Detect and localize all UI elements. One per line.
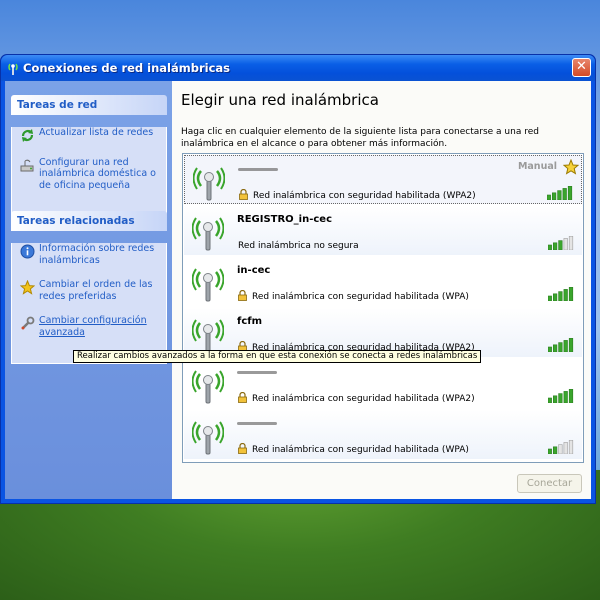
network-list-item[interactable]: Red inalámbrica con seguridad habilitada… <box>184 410 582 459</box>
setup-home-network-label: Configurar una red inalámbrica doméstica… <box>39 156 156 191</box>
signal-strength-icon <box>548 389 574 403</box>
network-status: Red inalámbrica con seguridad habilitada… <box>252 394 475 404</box>
wireless-network-icon <box>8 63 18 75</box>
star-icon <box>20 280 35 295</box>
window-title: Conexiones de red inalámbricas <box>23 61 231 75</box>
network-status: Red inalámbrica con seguridad habilitada… <box>252 292 469 302</box>
refresh-network-list-label: Actualizar lista de redes <box>39 127 154 138</box>
network-ssid: REGISTRO_in-cec <box>237 214 333 225</box>
wireless-antenna-icon <box>193 167 225 201</box>
connect-button[interactable]: Conectar <box>517 474 582 493</box>
lock-icon <box>239 189 248 200</box>
network-tasks-panel: Tareas de red Actualizar lista de redes <box>11 95 167 220</box>
redacted-ssid <box>238 168 278 171</box>
network-list[interactable]: Red inalámbrica con seguridad habilitada… <box>182 153 584 463</box>
wireless-info-label: Información sobre redes inalámbricas <box>39 243 155 266</box>
tooltip: Realizar cambios avanzados a la forma en… <box>73 350 482 363</box>
signal-strength-icon <box>548 440 574 454</box>
change-advanced-settings-label: Cambiar configuración avanzada <box>39 315 147 338</box>
task-sidebar: Tareas de red Actualizar lista de redes <box>5 81 172 499</box>
change-preferred-order-label: Cambiar el orden de las redes preferidas <box>39 279 153 302</box>
network-status: Red inalámbrica con seguridad habilitada… <box>252 445 469 455</box>
related-tasks-panel: Tareas relacionadas Información sobre re… <box>11 211 167 364</box>
change-advanced-settings-link[interactable]: Cambiar configuración avanzada <box>12 315 166 338</box>
network-list-item[interactable]: Red inalámbrica con seguridad habilitada… <box>184 359 582 408</box>
lock-icon <box>238 443 247 454</box>
wireless-antenna-icon <box>192 370 224 404</box>
title-bar[interactable]: Conexiones de red inalámbricas ✕ <box>1 55 595 81</box>
close-button[interactable]: ✕ <box>572 58 591 77</box>
redacted-ssid <box>237 371 277 374</box>
setup-home-network-link[interactable]: Configurar una red inalámbrica doméstica… <box>12 157 166 192</box>
network-list-item[interactable]: in-cec Red inalámbrica con seguridad habi… <box>184 257 582 306</box>
wireless-connections-window: Conexiones de red inalámbricas ✕ Tareas … <box>0 54 596 504</box>
wireless-info-link[interactable]: Información sobre redes inalámbricas <box>12 243 166 266</box>
info-icon <box>20 244 35 259</box>
network-status: Red inalámbrica no segura <box>238 241 359 251</box>
intro-text: Haga clic en cualquier elemento de la si… <box>181 127 539 149</box>
network-setup-icon <box>20 159 34 171</box>
change-preferred-order-link[interactable]: Cambiar el orden de las redes preferidas <box>12 279 166 302</box>
network-chooser-pane: Elegir una red inalámbrica Haga clic en … <box>172 81 591 499</box>
redacted-ssid <box>237 422 277 425</box>
preferred-star-icon <box>563 159 579 175</box>
lock-icon <box>238 290 247 301</box>
network-list-item[interactable]: Red inalámbrica con seguridad habilitada… <box>184 155 582 204</box>
wireless-antenna-icon <box>192 217 224 251</box>
wrench-icon <box>21 316 35 330</box>
network-tasks-header[interactable]: Tareas de red <box>11 95 167 115</box>
signal-strength-icon <box>548 236 574 250</box>
related-tasks-header[interactable]: Tareas relacionadas <box>11 211 167 231</box>
page-title: Elegir una red inalámbrica <box>181 91 379 109</box>
signal-strength-icon <box>548 287 574 301</box>
wireless-antenna-icon <box>192 421 224 455</box>
window-client-area: Tareas de red Actualizar lista de redes <box>5 81 591 499</box>
network-ssid: fcfm <box>237 316 263 327</box>
wireless-antenna-icon <box>192 319 224 353</box>
network-status: Red inalámbrica con seguridad habilitada… <box>253 191 476 201</box>
refresh-icon <box>21 129 34 142</box>
signal-strength-icon <box>548 338 574 352</box>
refresh-network-list-link[interactable]: Actualizar lista de redes <box>12 127 166 142</box>
network-list-item[interactable]: REGISTRO_in-cec Red inalámbrica no segura <box>184 206 582 255</box>
lock-icon <box>238 392 247 403</box>
manual-label: Manual <box>517 161 557 172</box>
wireless-antenna-icon <box>192 268 224 302</box>
signal-strength-icon <box>547 186 573 200</box>
network-ssid: in-cec <box>237 265 271 276</box>
